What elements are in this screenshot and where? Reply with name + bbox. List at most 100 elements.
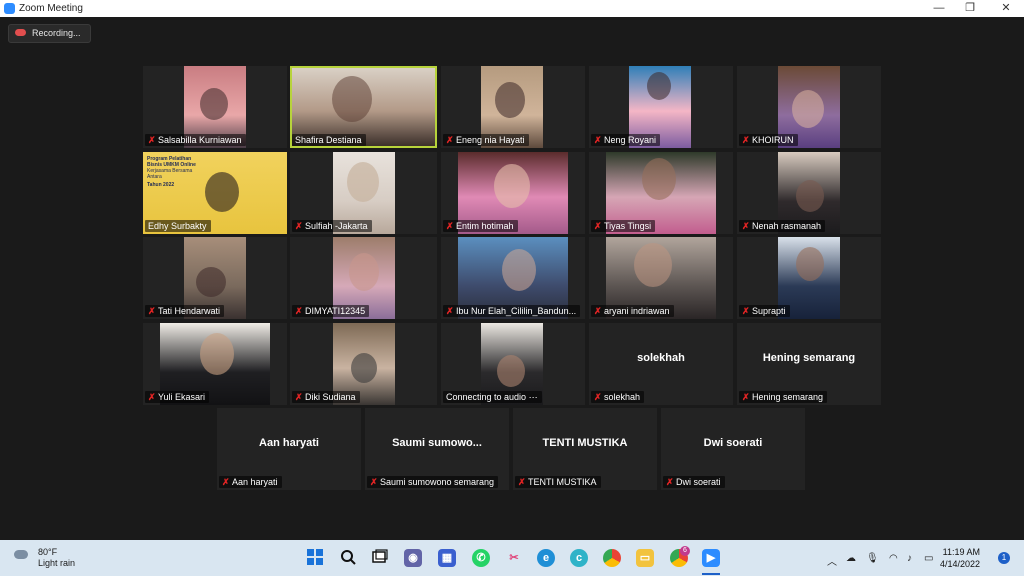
participant-name-bar: ✗ Entim hotimah	[443, 220, 518, 232]
wifi-icon[interactable]: ◠	[889, 553, 898, 564]
participant-tile[interactable]: ✗ Tiyas Tingsi	[589, 152, 733, 234]
chevron-up-icon[interactable]: ︿	[827, 553, 837, 568]
participant-tile[interactable]: ✗ KHOIRUN	[737, 66, 881, 148]
muted-mic-icon: ✗	[518, 477, 526, 487]
participant-name-bar: Connecting to audio ⋯	[443, 391, 542, 403]
participant-name-bar: ✗ Sulfiah -Jakarta	[292, 220, 372, 232]
muted-mic-icon: ✗	[295, 306, 303, 316]
participant-name: aryani indriawan	[604, 306, 670, 316]
participant-name: TENTI MUSTIKA	[528, 477, 597, 487]
participant-tile[interactable]: ✗ DIMYATI12345	[290, 237, 437, 319]
muted-mic-icon: ✗	[370, 477, 378, 487]
participant-name-bar: ✗ Salsabilla Kurniawan	[145, 134, 246, 146]
participant-tile[interactable]: Hening semarang ✗ Hening semarang	[737, 323, 881, 405]
minimize-button[interactable]: —	[922, 0, 956, 17]
windows-start-icon[interactable]	[306, 549, 324, 567]
muted-mic-icon: ✗	[222, 477, 230, 487]
search-icon[interactable]	[339, 549, 357, 567]
participant-tile[interactable]: ✗ Neng Royani	[589, 66, 733, 148]
participant-tile[interactable]: Aan haryati ✗ Aan haryati	[217, 408, 361, 490]
participant-name-bar: ✗ aryani indriawan	[591, 305, 674, 317]
participant-name: Salsabilla Kurniawan	[158, 135, 242, 145]
participant-tile[interactable]: ✗ Tati Hendarwati	[143, 237, 287, 319]
rain-cloud-icon	[14, 550, 28, 559]
participant-tile[interactable]: Connecting to audio ⋯	[441, 323, 585, 405]
participant-name: Hening semarang	[752, 392, 824, 402]
participant-name-bar: ✗ Aan haryati	[219, 476, 282, 488]
participant-name: Aan haryati	[232, 477, 278, 487]
teams-chat-icon[interactable]: ◉	[404, 549, 422, 567]
participant-tile[interactable]: ✗ Salsabilla Kurniawan	[143, 66, 287, 148]
participant-name-bar: ✗ Hening semarang	[739, 391, 828, 403]
participant-name: Tiyas Tingsi	[604, 221, 652, 231]
notification-badge[interactable]: 1	[998, 552, 1010, 564]
task-view-icon[interactable]	[371, 549, 389, 567]
close-button[interactable]: ✕	[989, 0, 1023, 17]
clock-time: 11:19 AM	[942, 547, 980, 557]
muted-mic-icon: ✗	[446, 306, 454, 316]
participant-tile[interactable]: ✗ Yuli Ekasari	[143, 323, 287, 405]
participant-name-bar: ✗ TENTI MUSTIKA	[515, 476, 601, 488]
microphone-icon[interactable]: 🎙	[866, 553, 879, 564]
participant-name: Yuli Ekasari	[158, 392, 206, 402]
muted-mic-icon: ✗	[742, 135, 750, 145]
windows-taskbar: 80°F Light rain ◉ ▦ ✆ ✂ e c ▭ 6 ▶ ︿ ☁ 🎙 …	[0, 540, 1024, 576]
zoom-icon[interactable]: ▶	[702, 549, 720, 567]
participant-name: Diki Sudiana	[305, 392, 356, 402]
participant-tile[interactable]: ✗ aryani indriawan	[589, 237, 733, 319]
participant-display-name: Saumi sumowo...	[392, 437, 482, 449]
onedrive-cloud-icon[interactable]: ☁	[846, 553, 856, 564]
file-explorer-icon[interactable]: ▭	[636, 549, 654, 567]
muted-mic-icon: ✗	[666, 477, 674, 487]
participant-name: Dwi soerati	[676, 477, 721, 487]
participant-tile[interactable]: Saumi sumowo... ✗ Saumi sumowono semarang	[365, 408, 509, 490]
edge-icon[interactable]: e	[537, 549, 555, 567]
participant-tile[interactable]: ✗ Entim hotimah	[441, 152, 585, 234]
participant-tile[interactable]: ✗ Eneng nia Hayati	[441, 66, 585, 148]
chrome-icon[interactable]	[603, 549, 621, 567]
participant-tile[interactable]: ✗ Diki Sudiana	[290, 323, 437, 405]
participant-tile-active-speaker[interactable]: Shafira Destiana	[290, 66, 437, 148]
participant-name: Tati Hendarwati	[158, 306, 221, 316]
snipping-tool-icon[interactable]: ✂	[505, 549, 523, 567]
participant-display-name: solekhah	[637, 352, 685, 364]
muted-mic-icon: ✗	[594, 306, 602, 316]
cloud-record-icon	[15, 29, 26, 37]
whatsapp-icon[interactable]: ✆	[472, 549, 490, 567]
participant-tile[interactable]: ✗ Suprapti	[737, 237, 881, 319]
participant-name: Ibu Nur Elah_Cililin_Bandun...	[456, 306, 577, 316]
participant-name: Entim hotimah	[456, 221, 514, 231]
window-title: Zoom Meeting	[19, 3, 83, 14]
weather-desc: Light rain	[38, 558, 76, 568]
participant-name-bar: Shafira Destiana	[292, 134, 366, 146]
muted-mic-icon: ✗	[148, 392, 156, 402]
window-titlebar: Zoom Meeting — ❐ ✕	[0, 0, 1024, 17]
participant-tile[interactable]: Program Pelatihan Bisnis UMKM Online Ker…	[143, 152, 287, 234]
weather-temp: 80°F	[38, 547, 58, 557]
participant-name-bar: ✗ Neng Royani	[591, 134, 661, 146]
muted-mic-icon: ✗	[446, 135, 454, 145]
participant-name-bar: ✗ DIMYATI12345	[292, 305, 370, 317]
battery-icon[interactable]: ▭	[924, 553, 933, 564]
participant-tile[interactable]: solekhah ✗ solekhah	[589, 323, 733, 405]
participant-name-bar: ✗ Tiyas Tingsi	[591, 220, 656, 232]
system-clock[interactable]: 11:19 AM 4/14/2022	[940, 546, 980, 570]
recording-indicator[interactable]: Recording...	[8, 24, 91, 43]
participant-name: Eneng nia Hayati	[456, 135, 525, 145]
participant-tile[interactable]: TENTI MUSTIKA ✗ TENTI MUSTIKA	[513, 408, 657, 490]
participant-tile[interactable]: Dwi soerati ✗ Dwi soerati	[661, 408, 805, 490]
muted-mic-icon: ✗	[742, 306, 750, 316]
participant-tile[interactable]: ✗ Ibu Nur Elah_Cililin_Bandun...	[441, 237, 585, 319]
cortana-icon[interactable]: c	[570, 549, 588, 567]
speaker-icon[interactable]: ♪	[907, 553, 912, 564]
participant-name: Nenah rasmanah	[752, 221, 822, 231]
participant-display-name: TENTI MUSTIKA	[542, 437, 628, 449]
participant-tile[interactable]: ✗ Nenah rasmanah	[737, 152, 881, 234]
microsoft-store-icon[interactable]: ▦	[438, 549, 456, 567]
participant-name-bar: ✗ solekhah	[591, 391, 645, 403]
maximize-button[interactable]: ❐	[953, 0, 987, 17]
muted-mic-icon: ✗	[295, 392, 303, 402]
muted-mic-icon: ✗	[295, 221, 303, 231]
participant-name: solekhah	[604, 392, 641, 402]
participant-tile[interactable]: ✗ Sulfiah -Jakarta	[290, 152, 437, 234]
